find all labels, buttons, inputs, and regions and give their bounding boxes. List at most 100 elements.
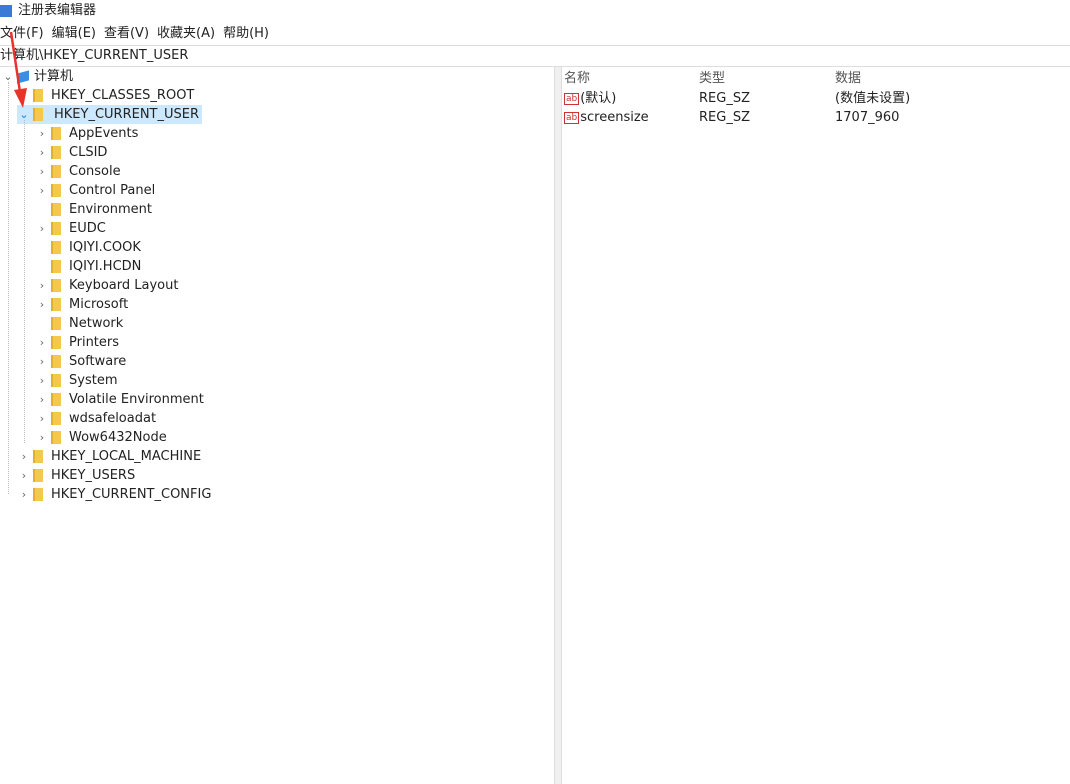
annotation-arrow xyxy=(9,31,27,108)
folder-icon xyxy=(51,374,61,387)
tree-subkey[interactable]: › CLSID xyxy=(35,143,108,162)
chevron-right-icon[interactable]: › xyxy=(35,428,49,447)
tree-hive[interactable]: › HKEY_USERS xyxy=(17,466,135,485)
tree-hive[interactable]: ⌄ HKEY_CURRENT_USER xyxy=(17,105,203,124)
tree-subkey[interactable]: › System xyxy=(35,371,118,390)
value-data: 1707_960 xyxy=(835,110,900,125)
chevron-right-icon[interactable]: › xyxy=(35,409,49,428)
key-tree: ⌄ 计算机 HKEY_CLASSES_ROOT ⌄ HKEY_CURRENT_USER ›… xyxy=(0,67,554,784)
tree-item-label: IQIYI.HCDN xyxy=(69,259,142,274)
tree-subkey[interactable]: Network xyxy=(35,314,123,333)
tree-hive[interactable]: HKEY_CLASSES_ROOT xyxy=(17,86,194,105)
folder-icon xyxy=(51,279,61,292)
chevron-right-icon[interactable]: › xyxy=(35,390,49,409)
folder-icon xyxy=(33,488,43,501)
menu-edit[interactable]: 编辑(E) xyxy=(52,24,96,44)
menu-view[interactable]: 查看(V) xyxy=(104,24,149,44)
tree-item-label: Environment xyxy=(69,202,153,217)
tree-item-label: Printers xyxy=(69,335,120,350)
tree-item-label: System xyxy=(69,373,118,388)
tree-guide-line xyxy=(24,120,25,443)
chevron-right-icon[interactable]: › xyxy=(35,371,49,390)
tree-item-label: Volatile Environment xyxy=(69,392,204,407)
tree-hive[interactable]: › HKEY_LOCAL_MACHINE xyxy=(17,447,201,466)
header-name[interactable]: 名称 xyxy=(564,69,590,88)
folder-icon xyxy=(51,184,61,197)
folder-icon xyxy=(51,260,61,273)
tree-subkey[interactable]: › Software xyxy=(35,352,127,371)
chevron-right-icon[interactable]: › xyxy=(17,466,31,485)
folder-icon xyxy=(51,393,61,406)
tree-subkey[interactable]: › AppEvents xyxy=(35,124,139,143)
pane-splitter[interactable] xyxy=(554,67,562,784)
title-bar: 注册表编辑器 xyxy=(0,0,96,22)
chevron-right-icon[interactable]: › xyxy=(35,124,49,143)
folder-icon xyxy=(51,431,61,444)
tree-item-label: IQIYI.COOK xyxy=(69,240,141,255)
tree-subkey[interactable]: › Keyboard Layout xyxy=(35,276,179,295)
tree-item-label: HKEY_CLASSES_ROOT xyxy=(51,88,195,103)
folder-icon xyxy=(51,203,61,216)
tree-item-label: Keyboard Layout xyxy=(69,278,179,293)
folder-icon xyxy=(33,469,43,482)
value-row[interactable]: ab screensize REG_SZ 1707_960 xyxy=(560,108,1070,127)
chevron-right-icon[interactable]: › xyxy=(35,352,49,371)
tree-subkey[interactable]: › wdsafeloadat xyxy=(35,409,156,428)
folder-icon xyxy=(51,298,61,311)
folder-icon xyxy=(51,336,61,349)
tree-item-label: Microsoft xyxy=(69,297,129,312)
value-name: (默认) xyxy=(580,91,617,106)
string-value-icon: ab xyxy=(564,111,580,124)
tree-item-label: CLSID xyxy=(69,145,108,160)
string-value-icon: ab xyxy=(564,92,580,105)
tree-subkey[interactable]: › EUDC xyxy=(35,219,106,238)
chevron-right-icon[interactable]: › xyxy=(35,181,49,200)
list-header: 名称 类型 数据 xyxy=(560,69,1070,88)
tree-item-label: Wow6432Node xyxy=(69,430,167,445)
tree-subkey[interactable]: › Volatile Environment xyxy=(35,390,204,409)
chevron-right-icon[interactable]: › xyxy=(17,447,31,466)
regedit-icon xyxy=(0,5,12,17)
tree-item-label: HKEY_CURRENT_USER xyxy=(54,107,200,122)
value-name: screensize xyxy=(580,110,649,125)
folder-icon xyxy=(51,146,61,159)
menu-help[interactable]: 帮助(H) xyxy=(223,24,269,44)
menu-bar: 文件(F) 编辑(E) 查看(V) 收藏夹(A) 帮助(H) xyxy=(0,24,269,44)
tree-hive[interactable]: › HKEY_CURRENT_CONFIG xyxy=(17,485,212,504)
folder-icon xyxy=(51,127,61,140)
folder-icon xyxy=(51,222,61,235)
tree-item-label: Control Panel xyxy=(69,183,156,198)
tree-item-label: Software xyxy=(69,354,127,369)
tree-subkey[interactable]: › Console xyxy=(35,162,121,181)
chevron-right-icon[interactable]: › xyxy=(35,295,49,314)
tree-item-label: HKEY_CURRENT_CONFIG xyxy=(51,487,212,502)
tree-subkey[interactable]: Environment xyxy=(35,200,152,219)
folder-icon xyxy=(51,165,61,178)
folder-icon xyxy=(51,355,61,368)
tree-item-label: HKEY_LOCAL_MACHINE xyxy=(51,449,202,464)
chevron-right-icon[interactable]: › xyxy=(35,276,49,295)
chevron-right-icon[interactable]: › xyxy=(35,143,49,162)
tree-subkey[interactable]: IQIYI.HCDN xyxy=(35,257,141,276)
tree-subkey[interactable]: IQIYI.COOK xyxy=(35,238,141,257)
chevron-right-icon[interactable]: › xyxy=(35,219,49,238)
chevron-right-icon[interactable]: › xyxy=(17,485,31,504)
tree-item-label: AppEvents xyxy=(69,126,139,141)
tree-subkey[interactable]: › Wow6432Node xyxy=(35,428,167,447)
address-bar[interactable]: 计算机\HKEY_CURRENT_USER xyxy=(0,45,1070,67)
chevron-right-icon[interactable]: › xyxy=(35,162,49,181)
folder-icon xyxy=(51,412,61,425)
header-data[interactable]: 数据 xyxy=(835,69,861,88)
value-row[interactable]: ab (默认) REG_SZ (数值未设置) xyxy=(560,89,1070,108)
tree-subkey[interactable]: › Printers xyxy=(35,333,119,352)
tree-subkey[interactable]: › Control Panel xyxy=(35,181,155,200)
tree-subkey[interactable]: › Microsoft xyxy=(35,295,128,314)
tree-item-label: Console xyxy=(69,164,121,179)
chevron-right-icon[interactable]: › xyxy=(35,333,49,352)
header-type[interactable]: 类型 xyxy=(699,69,725,88)
folder-icon xyxy=(33,450,43,463)
value-data: (数值未设置) xyxy=(835,91,911,106)
menu-favorites[interactable]: 收藏夹(A) xyxy=(157,24,215,44)
tree-guide-line xyxy=(8,82,9,494)
tree-item-label: HKEY_USERS xyxy=(51,468,136,483)
